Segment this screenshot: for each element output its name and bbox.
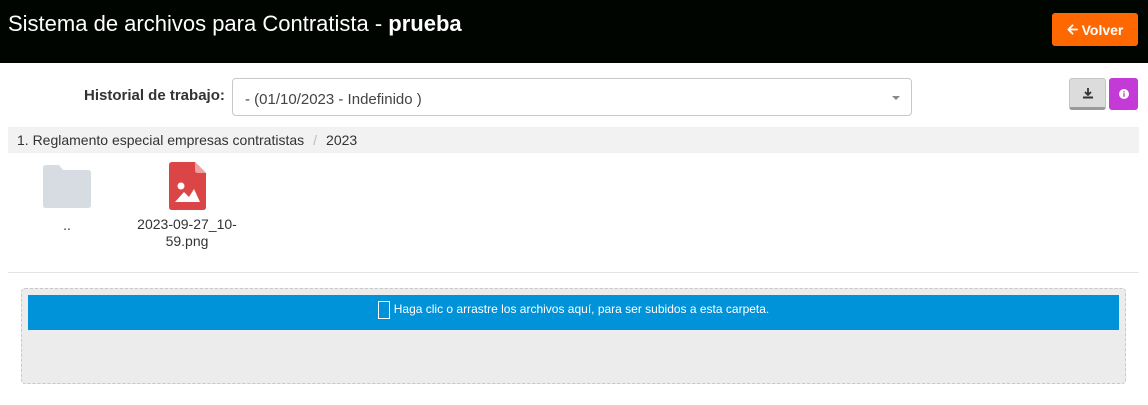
- upload-dropzone[interactable]: Haga clic o arrastre los archivos aquí, …: [21, 288, 1126, 384]
- folder-icon: [43, 165, 91, 208]
- history-label: Historial de trabajo:: [84, 87, 225, 104]
- image-file-icon: [168, 162, 206, 210]
- page-title-prefix: Sistema de archivos para Contratista -: [8, 11, 389, 36]
- upload-message: Haga clic o arrastre los archivos aquí, …: [28, 301, 1119, 319]
- back-button-label: Volver: [1081, 21, 1124, 38]
- file-name: ..: [63, 217, 71, 233]
- history-select[interactable]: - (01/10/2023 - Indefinido ): [232, 78, 912, 116]
- chevron-down-icon: [892, 96, 900, 100]
- page-title-contractor: prueba: [388, 11, 462, 36]
- page-title: Sistema de archivos para Contratista - p…: [8, 11, 462, 37]
- download-icon: [1082, 88, 1093, 99]
- file-name: 2023-09-27_10-59.png: [137, 216, 237, 249]
- parent-folder-item[interactable]: ..: [30, 162, 104, 234]
- arrow-left-icon: [1067, 24, 1078, 35]
- info-button[interactable]: [1109, 78, 1138, 110]
- top-bar: Sistema de archivos para Contratista - p…: [0, 0, 1148, 63]
- info-icon: [1118, 89, 1129, 99]
- breadcrumb: 1. Reglamento especial empresas contrati…: [8, 127, 1139, 153]
- upload-message-text: Haga clic o arrastre los archivos aquí, …: [393, 302, 770, 316]
- file-item-png[interactable]: 2023-09-27_10-59.png: [127, 162, 247, 250]
- history-select-value: - (01/10/2023 - Indefinido ): [245, 91, 422, 108]
- download-button[interactable]: [1069, 78, 1106, 110]
- breadcrumb-separator: /: [313, 132, 318, 148]
- upload-message-bar: Haga clic o arrastre los archivos aquí, …: [28, 295, 1119, 330]
- back-button[interactable]: Volver: [1052, 13, 1138, 46]
- breadcrumb-item[interactable]: 1. Reglamento especial empresas contrati…: [17, 132, 304, 148]
- divider: [8, 272, 1139, 273]
- file-upload-icon: [377, 301, 390, 319]
- breadcrumb-item-current: 2023: [326, 132, 358, 148]
